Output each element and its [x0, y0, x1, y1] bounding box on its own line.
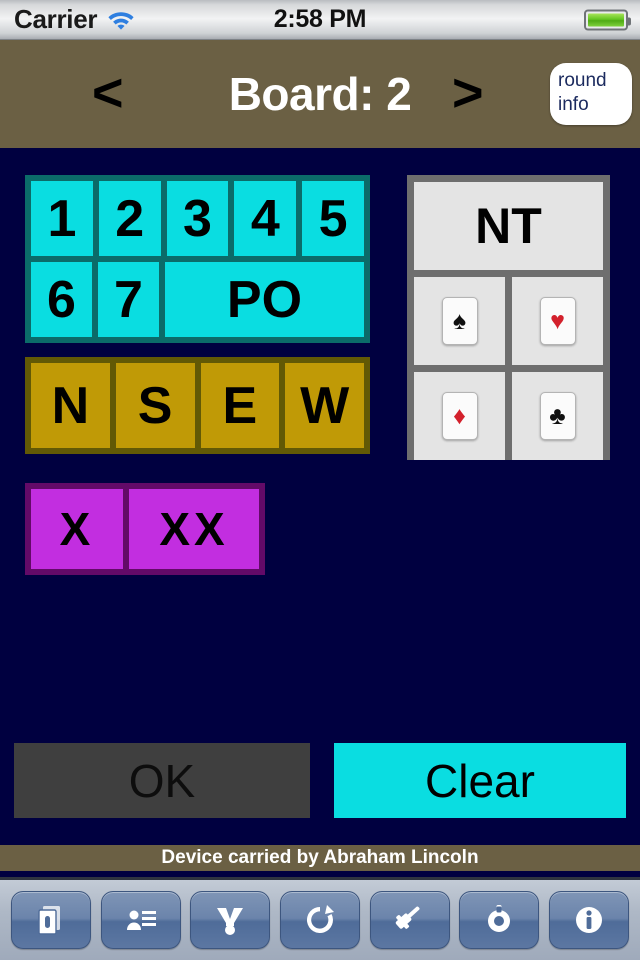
info-icon [572, 903, 606, 937]
spade-icon: ♠ [441, 297, 478, 345]
toolbar-button-sync[interactable] [279, 891, 360, 949]
suit-button-heart[interactable]: ♥ [512, 277, 603, 365]
pass-out-button[interactable]: PO [165, 262, 364, 337]
toolbar-button-gavel[interactable] [369, 891, 450, 949]
direction-button-east[interactable]: E [200, 363, 280, 448]
status-bar: Carrier 2:58 PM [0, 0, 640, 40]
toolbar-button-boards[interactable] [10, 891, 91, 949]
diamond-icon: ♦ [441, 392, 478, 440]
direction-button-south[interactable]: S [115, 363, 195, 448]
settings-icon [482, 903, 516, 937]
gavel-icon [393, 903, 427, 937]
sync-icon [303, 903, 337, 937]
toolbar-button-info[interactable] [549, 891, 630, 949]
toolbar-button-settings[interactable] [459, 891, 540, 949]
bid-level-button-3[interactable]: 3 [166, 181, 229, 256]
declarer-direction-pad: N S E W [25, 357, 370, 454]
round-info-button[interactable]: round info [550, 63, 632, 125]
bid-level-button-1[interactable]: 1 [31, 181, 93, 256]
clock-label: 2:58 PM [273, 5, 367, 33]
bottom-toolbar [0, 877, 640, 960]
heart-icon: ♥ [539, 297, 576, 345]
doubling-pad: X XX [25, 483, 265, 575]
bid-level-pad: 1 2 3 4 5 6 7 PO [25, 175, 370, 343]
direction-button-north[interactable]: N [31, 363, 110, 448]
next-board-button[interactable]: > [452, 66, 484, 120]
app-root: Carrier 2:58 PM < Board: 2 > round info [0, 0, 640, 960]
battery-full-icon [584, 9, 631, 30]
suit-pad: NT ♠ ♥ ♦ ♣ [407, 175, 610, 460]
boards-icon [34, 903, 68, 937]
suit-button-diamond[interactable]: ♦ [414, 372, 505, 460]
device-owner-bar: Device carried by Abraham Lincoln [0, 843, 640, 871]
bid-level-button-4[interactable]: 4 [234, 181, 297, 256]
bid-level-button-5[interactable]: 5 [302, 181, 364, 256]
suit-grid: ♠ ♥ ♦ ♣ [414, 277, 603, 460]
navigation-bar: < Board: 2 > round info [0, 40, 640, 150]
suit-button-club[interactable]: ♣ [512, 372, 603, 460]
toolbar-button-player-list[interactable] [100, 891, 181, 949]
status-bar-right [584, 9, 631, 30]
clear-button[interactable]: Clear [334, 743, 626, 818]
notrump-button[interactable]: NT [414, 182, 603, 270]
direction-button-west[interactable]: W [285, 363, 364, 448]
player-list-icon [124, 903, 158, 937]
bid-level-row-1: 1 2 3 4 5 [31, 181, 364, 256]
main-content: 1 2 3 4 5 6 7 PO N S E W X XX NT ♠ ♥ ♦ ♣… [0, 150, 640, 840]
ok-button[interactable]: OK [14, 743, 310, 818]
movement-icon [213, 903, 247, 937]
suit-button-spade[interactable]: ♠ [414, 277, 505, 365]
toolbar-button-movement[interactable] [190, 891, 271, 949]
bid-level-row-2: 6 7 PO [31, 262, 364, 337]
redouble-button[interactable]: XX [129, 489, 259, 569]
bid-level-button-2[interactable]: 2 [98, 181, 161, 256]
double-button[interactable]: X [31, 489, 123, 569]
bid-level-button-6[interactable]: 6 [31, 262, 92, 337]
bid-level-button-7[interactable]: 7 [98, 262, 159, 337]
page-title: Board: 2 [228, 68, 412, 120]
device-owner-label: Device carried by Abraham Lincoln [161, 847, 479, 868]
club-icon: ♣ [539, 392, 576, 440]
